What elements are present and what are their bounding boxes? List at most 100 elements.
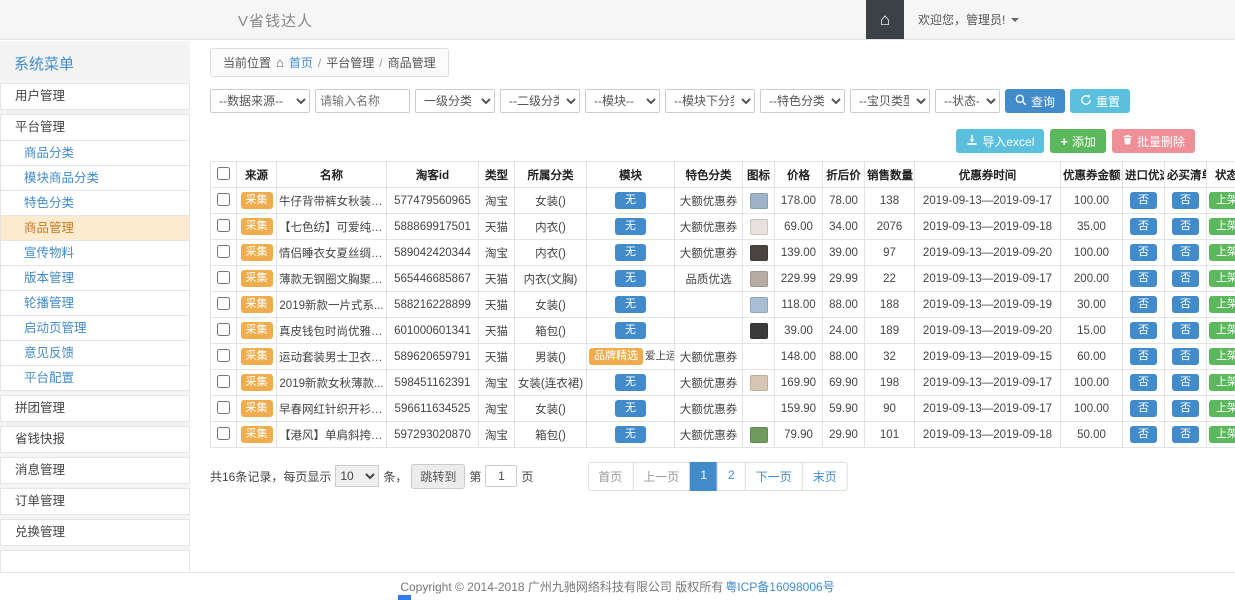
sidebar-item-version-management[interactable]: 版本管理 [0,265,190,291]
sidebar-item-partial-item[interactable] [0,550,190,572]
filter-status[interactable]: --状态-- [935,89,1000,113]
status-toggle[interactable]: 上架 [1209,244,1235,261]
sidebar-item-goods-category[interactable]: 商品分类 [0,140,190,166]
import-select-toggle[interactable]: 否 [1130,400,1157,417]
row-checkbox[interactable] [217,297,230,310]
sidebar-item-module-goods-category[interactable]: 模块商品分类 [0,165,190,191]
page-button-prev[interactable]: 上一页 [632,462,690,491]
row-checkbox[interactable] [217,427,230,440]
status-toggle[interactable]: 上架 [1209,426,1235,443]
source-badge: 采集 [241,400,273,417]
status-toggle[interactable]: 上架 [1209,374,1235,391]
must-buy-toggle[interactable]: 否 [1172,322,1199,339]
import-select-toggle[interactable]: 否 [1130,192,1157,209]
sidebar-item-featured-category[interactable]: 特色分类 [0,190,190,216]
per-page-select[interactable]: 10 [335,465,379,487]
cell-status: 上架 [1207,344,1235,370]
status-toggle[interactable]: 上架 [1209,348,1235,365]
sidebar-item-platform-management[interactable]: 平台管理 [0,114,190,141]
row-checkbox[interactable] [217,349,230,362]
status-toggle[interactable]: 上架 [1209,270,1235,287]
must-buy-toggle[interactable]: 否 [1172,244,1199,261]
must-buy-toggle[interactable]: 否 [1172,192,1199,209]
filter-item-type[interactable]: --宝贝类型-- [850,89,930,113]
row-checkbox[interactable] [217,219,230,232]
cell-sales: 198 [865,370,915,396]
trash-icon [1122,134,1133,148]
status-toggle[interactable]: 上架 [1209,192,1235,209]
sidebar-item-order-management[interactable]: 订单管理 [0,488,190,515]
batch-delete-label: 批量删除 [1137,133,1185,150]
cell-must-buy: 否 [1165,188,1207,214]
filter-featured-category[interactable]: --特色分类-- [760,89,845,113]
page-button-2[interactable]: 2 [717,462,746,491]
import-select-toggle[interactable]: 否 [1130,426,1157,443]
sidebar-item-carousel-management[interactable]: 轮播管理 [0,290,190,316]
status-toggle[interactable]: 上架 [1209,296,1235,313]
sidebar-item-promo-materials[interactable]: 宣传物料 [0,240,190,266]
must-buy-toggle[interactable]: 否 [1172,218,1199,235]
refresh-icon [1080,94,1092,109]
reset-button[interactable]: 重置 [1070,89,1130,113]
icp-link[interactable]: 粤ICP备16098006号 [725,578,834,595]
row-checkbox[interactable] [217,323,230,336]
cell-import-select: 否 [1123,266,1165,292]
status-toggle[interactable]: 上架 [1209,218,1235,235]
select-all-checkbox[interactable] [217,167,230,180]
row-checkbox[interactable] [217,271,230,284]
sidebar-item-splash-page-management[interactable]: 启动页管理 [0,315,190,341]
module-badge: 无 [615,322,646,339]
filter-module[interactable]: --模块-- [585,89,660,113]
row-checkbox[interactable] [217,401,230,414]
jump-button[interactable]: 跳转到 [411,464,465,489]
page-button-first[interactable]: 首页 [587,462,633,491]
must-buy-toggle[interactable]: 否 [1172,270,1199,287]
jump-page-input[interactable] [485,465,517,487]
breadcrumb-home-link[interactable]: 首页 [289,54,313,71]
must-buy-toggle[interactable]: 否 [1172,374,1199,391]
must-buy-toggle[interactable]: 否 [1172,400,1199,417]
sidebar-item-platform-config[interactable]: 平台配置 [0,365,190,391]
page-button-1[interactable]: 1 [689,462,718,491]
search-button[interactable]: 查询 [1005,89,1065,113]
sidebar-item-message-management[interactable]: 消息管理 [0,457,190,484]
sidebar-item-exchange-management[interactable]: 兑换管理 [0,519,190,546]
import-select-toggle[interactable]: 否 [1130,244,1157,261]
home-button[interactable]: ⌂ [866,0,904,39]
must-buy-toggle[interactable]: 否 [1172,348,1199,365]
page-button-next[interactable]: 下一页 [745,462,803,491]
add-button[interactable]: + 添加 [1050,129,1106,153]
filter-module-subcategory[interactable]: --模块下分类-- [665,89,755,113]
import-select-toggle[interactable]: 否 [1130,296,1157,313]
filter-category-level2[interactable]: --二级分类-- [500,89,580,113]
status-toggle[interactable]: 上架 [1209,400,1235,417]
page-button-last[interactable]: 末页 [802,462,848,491]
import-select-toggle[interactable]: 否 [1130,322,1157,339]
import-select-toggle[interactable]: 否 [1130,218,1157,235]
sidebar-item-saving-express-news[interactable]: 省钱快报 [0,426,190,453]
user-menu[interactable]: 欢迎您，管理员! [904,0,1033,39]
search-button-label: 查询 [1031,93,1055,110]
must-buy-toggle[interactable]: 否 [1172,426,1199,443]
sidebar-item-feedback[interactable]: 意见反馈 [0,340,190,366]
name-search-input[interactable] [315,89,410,113]
import-select-toggle[interactable]: 否 [1130,348,1157,365]
filter-data-source[interactable]: --数据来源-- [210,89,310,113]
row-checkbox[interactable] [217,193,230,206]
import-select-toggle[interactable]: 否 [1130,374,1157,391]
row-checkbox[interactable] [217,245,230,258]
cell-source: 采集 [237,266,277,292]
batch-delete-button[interactable]: 批量删除 [1112,129,1195,153]
sidebar-item-user-management[interactable]: 用户管理 [0,83,190,110]
filter-category-level1[interactable]: 一级分类 [415,89,495,113]
import-select-toggle[interactable]: 否 [1130,270,1157,287]
sidebar-item-goods-management[interactable]: 商品管理 [0,215,190,241]
sidebar-item-group-buy-management[interactable]: 拼团管理 [0,395,190,422]
cell-must-buy: 否 [1165,422,1207,448]
import-excel-button[interactable]: 导入excel [956,129,1044,153]
must-buy-toggle[interactable]: 否 [1172,296,1199,313]
status-toggle[interactable]: 上架 [1209,322,1235,339]
source-badge: 采集 [241,270,273,287]
row-checkbox[interactable] [217,375,230,388]
cell-import-select: 否 [1123,318,1165,344]
